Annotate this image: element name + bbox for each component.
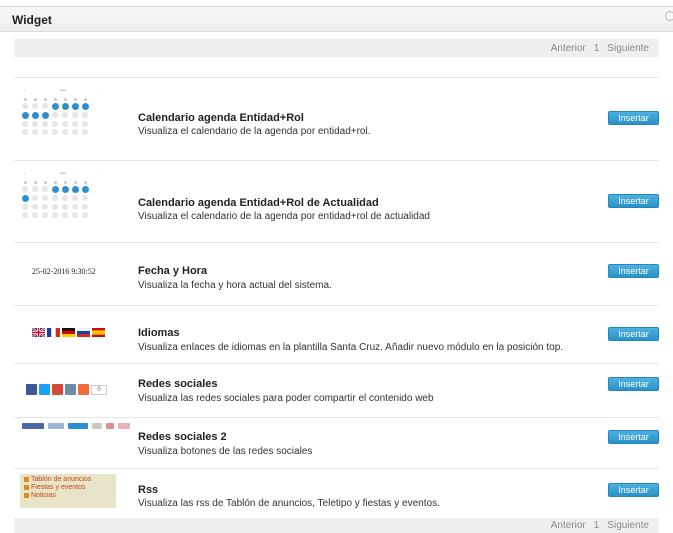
widget-description: Visualiza las redes sociales para poder …	[138, 393, 434, 404]
pager-top: Anterior 1 Siguiente	[14, 39, 659, 57]
pager-next-link[interactable]: Siguiente	[607, 43, 649, 54]
share-bar-preview	[22, 423, 130, 429]
panel-header: Widget	[0, 6, 673, 32]
widget-row: ‹ ▪▪▪▪▪▪ › Calendario agenda Entidad+Rol V…	[14, 77, 659, 160]
widget-title: Fecha y Hora	[138, 265, 208, 277]
calendar-preview: ‹ ▪▪▪▪▪▪ ›	[20, 88, 106, 140]
widget-description: Visualiza la fecha y hora actual del sis…	[138, 280, 332, 291]
facebook-share-icon	[22, 423, 44, 429]
russia-flag-icon	[77, 328, 90, 337]
social-buttons-preview: 0	[26, 384, 107, 395]
uk-flag-icon	[32, 328, 45, 337]
widget-title: Idiomas	[138, 327, 180, 339]
share-icon	[118, 423, 130, 429]
calendar-preview: ‹ ▪▪▪▪▪▪ ›	[20, 171, 106, 223]
insert-button[interactable]: Insertar	[608, 111, 659, 125]
share-count: 0	[91, 384, 107, 395]
facebook-icon	[26, 384, 37, 395]
france-flag-icon	[47, 328, 60, 337]
widget-row: 25-02-2016 9:30:52 Fecha y Hora Visualiz…	[14, 242, 659, 305]
pager-bottom: Anterior 1 Siguiente	[14, 518, 659, 533]
germany-flag-icon	[62, 328, 75, 337]
close-icon[interactable]	[665, 11, 673, 21]
insert-button[interactable]: Insertar	[608, 194, 659, 208]
gplus-icon	[106, 423, 114, 429]
widget-title: Calendario agenda Entidad+Rol de Actuali…	[138, 197, 379, 209]
widget-title: Redes sociales 2	[138, 431, 227, 443]
pager-prev-link[interactable]: Anterior	[551, 520, 586, 531]
panel-title: Widget	[12, 13, 52, 27]
widget-row: 0 Redes sociales Visualiza las redes soc…	[14, 363, 659, 417]
widget-list: ‹ ▪▪▪▪▪▪ › Calendario agenda Entidad+Rol V…	[14, 77, 659, 520]
datetime-preview: 25-02-2016 9:30:52	[32, 267, 96, 276]
language-flags-preview	[32, 328, 105, 337]
rss-item: Fiestas y eventos	[24, 484, 112, 492]
rss-item: Noticias	[24, 492, 112, 500]
email-icon	[65, 384, 76, 395]
insert-button[interactable]: Insertar	[608, 483, 659, 497]
widget-description: Visualiza el calendario de la agenda por…	[138, 126, 371, 137]
rss-preview: Tablón de anuncios Fiestas y eventos Not…	[20, 474, 116, 508]
widget-row: ‹ ▪▪▪▪▪▪ › Calendario agenda Entidad+Rol d…	[14, 160, 659, 242]
widget-description: Visualiza las rss de Tablón de anuncios,…	[138, 498, 440, 509]
insert-button[interactable]: Insertar	[608, 377, 659, 391]
widget-row: Redes sociales 2 Visualiza botones de la…	[14, 417, 659, 468]
widget-row: Idiomas Visualiza enlaces de idiomas en …	[14, 305, 659, 363]
rss-item: Tablón de anuncios	[24, 476, 112, 484]
counter-icon	[92, 423, 102, 429]
insert-button[interactable]: Insertar	[608, 264, 659, 278]
widget-title: Rss	[138, 484, 159, 496]
widget-row: Tablón de anuncios Fiestas y eventos Not…	[14, 468, 659, 520]
twitter-icon	[39, 384, 50, 395]
pager-next-link[interactable]: Siguiente	[607, 520, 649, 531]
widget-description: Visualiza botones de las redes sociales	[138, 446, 313, 457]
widget-title: Calendario agenda Entidad+Rol	[138, 112, 304, 124]
pager-page-number[interactable]: 1	[594, 520, 600, 531]
widget-title: Redes sociales	[138, 378, 218, 390]
share-plus-icon	[78, 384, 89, 395]
insert-button[interactable]: Insertar	[608, 430, 659, 444]
widget-description: Visualiza el calendario de la agenda por…	[138, 211, 430, 222]
pager-prev-link[interactable]: Anterior	[551, 43, 586, 54]
insert-button[interactable]: Insertar	[608, 327, 659, 341]
tweet-icon	[68, 423, 88, 429]
googleplus-icon	[52, 384, 63, 395]
spain-flag-icon	[92, 328, 105, 337]
widget-description: Visualiza enlaces de idiomas en la plant…	[138, 342, 564, 353]
like-icon	[48, 423, 64, 429]
pager-page-number[interactable]: 1	[594, 43, 600, 54]
